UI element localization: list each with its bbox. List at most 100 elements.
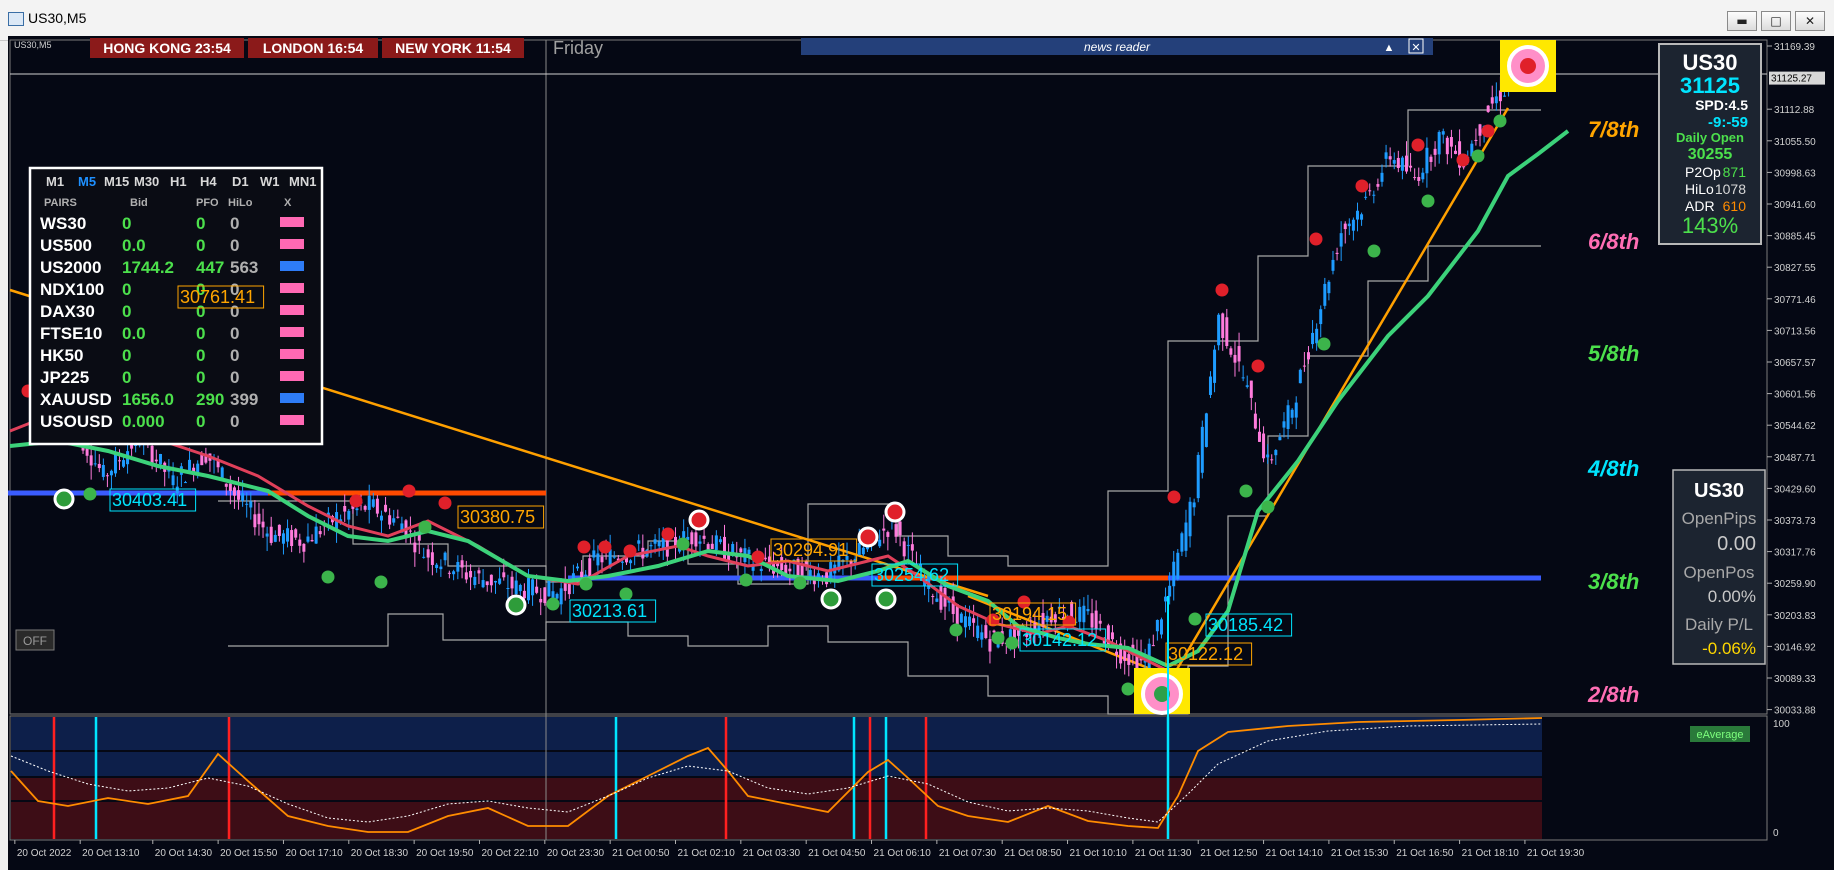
pair-close-button[interactable] xyxy=(280,371,304,381)
price-label-text: 30194.15 xyxy=(992,604,1067,624)
timeframe-tab[interactable]: H1 xyxy=(170,174,187,189)
candle-body xyxy=(1164,596,1168,602)
news-close-button[interactable]: ✕ xyxy=(1411,42,1420,54)
swing-low-dot xyxy=(321,570,335,584)
candle-body xyxy=(171,475,175,486)
pair-close-button[interactable] xyxy=(280,239,304,249)
price-tick-label: 30487.71 xyxy=(1774,453,1816,464)
candle-body xyxy=(526,578,530,601)
pl-daily-value: -0.06% xyxy=(1702,639,1756,658)
candle-body xyxy=(653,539,657,544)
candle-body xyxy=(702,535,706,539)
swing-high-dot xyxy=(751,550,765,564)
pair-symbol[interactable]: US2000 xyxy=(40,258,101,277)
pair-close-button[interactable] xyxy=(280,261,304,271)
candle-body xyxy=(894,524,898,537)
time-tick-label: 21 Oct 18:10 xyxy=(1462,848,1520,859)
candle-body xyxy=(1376,184,1380,187)
candle-body xyxy=(698,541,702,544)
pair-symbol[interactable]: USOUSD xyxy=(40,412,113,431)
news-reader-bar[interactable]: news reader ▲ ✕ xyxy=(801,38,1433,55)
candle-body xyxy=(1262,433,1266,459)
candle-body xyxy=(97,463,101,469)
off-toggle[interactable]: OFF xyxy=(15,629,55,651)
candle-body xyxy=(105,475,109,477)
day-label: Friday xyxy=(553,38,603,58)
pair-bid: 1656.0 xyxy=(122,390,174,409)
pair-symbol[interactable]: US500 xyxy=(40,236,92,255)
pair-close-button[interactable] xyxy=(280,349,304,359)
candle-body xyxy=(447,572,451,574)
window-titlebar[interactable]: US30,M5 ▬ □ ✕ xyxy=(0,0,1834,41)
candle-body xyxy=(477,570,481,574)
pair-symbol[interactable]: HK50 xyxy=(40,346,83,365)
time-tick-label: 21 Oct 04:50 xyxy=(808,848,866,859)
candle-body xyxy=(1413,177,1417,179)
swing-low-dot xyxy=(949,623,963,637)
minimize-button[interactable]: ▬ xyxy=(1727,11,1757,31)
candle-body xyxy=(1094,610,1098,630)
pair-bid: 1744.2 xyxy=(122,258,174,277)
candle-body xyxy=(1453,150,1457,154)
swing-low-dot xyxy=(83,487,97,501)
pair-symbol[interactable]: DAX30 xyxy=(40,302,95,321)
news-reader-label: news reader xyxy=(1084,40,1151,54)
candle-body xyxy=(1123,649,1127,661)
price-tick-label: 30941.60 xyxy=(1774,200,1816,211)
candle-body xyxy=(1433,148,1437,155)
candle-body xyxy=(963,616,967,628)
pair-close-button[interactable] xyxy=(280,217,304,227)
timeframe-tab[interactable]: M5 xyxy=(78,174,96,189)
close-button[interactable]: ✕ xyxy=(1795,11,1825,31)
candle-body xyxy=(469,570,473,578)
candle-body xyxy=(531,579,535,596)
timeframe-tab[interactable]: D1 xyxy=(232,174,249,189)
pair-symbol[interactable]: XAUUSD xyxy=(40,390,112,409)
swing-high-dot xyxy=(1251,359,1265,373)
news-collapse-button[interactable]: ▲ xyxy=(1384,42,1395,54)
timeframe-tab[interactable]: H4 xyxy=(200,174,217,189)
price-label-text: 30213.61 xyxy=(572,601,647,621)
candle-body xyxy=(456,561,460,572)
pl-open-pos-value: 0.00% xyxy=(1708,587,1756,606)
time-tick-label: 21 Oct 15:30 xyxy=(1331,848,1389,859)
info-change: -9:-59 xyxy=(1708,114,1748,131)
candle-body xyxy=(1127,654,1131,665)
pair-symbol[interactable]: JP225 xyxy=(40,368,89,387)
time-tick-label: 21 Oct 00:50 xyxy=(612,848,670,859)
pair-symbol[interactable]: FTSE10 xyxy=(40,324,102,343)
time-tick-label: 20 Oct 13:10 xyxy=(82,848,140,859)
pair-close-button[interactable] xyxy=(280,393,304,403)
timeframe-tab[interactable]: W1 xyxy=(260,174,280,189)
price-tick-label: 31112.88 xyxy=(1774,105,1815,116)
candle-body xyxy=(363,505,367,510)
timeframe-tab[interactable]: MN1 xyxy=(289,174,316,189)
candle-body xyxy=(575,566,579,569)
candle-body xyxy=(739,548,743,553)
candle-body xyxy=(253,514,257,528)
murrey-label: 7/8th xyxy=(1588,117,1639,142)
time-tick-label: 21 Oct 03:30 xyxy=(743,848,801,859)
pl-open-pos-label: OpenPos xyxy=(1684,563,1755,582)
candle-body xyxy=(629,560,633,564)
pairs-header: Bid xyxy=(130,197,148,209)
timeframe-tab[interactable]: M15 xyxy=(104,174,129,189)
maximize-button[interactable]: □ xyxy=(1761,11,1791,31)
swing-low-dot xyxy=(1421,194,1435,208)
candle-body xyxy=(882,528,886,531)
candle-body xyxy=(1441,131,1445,135)
pair-pfo: 0 xyxy=(196,346,205,365)
pair-symbol[interactable]: NDX100 xyxy=(40,280,104,299)
pair-close-button[interactable] xyxy=(280,415,304,425)
pair-close-button[interactable] xyxy=(280,305,304,315)
candle-body xyxy=(592,550,596,558)
timeframe-tab[interactable]: M1 xyxy=(46,174,64,189)
pair-close-button[interactable] xyxy=(280,327,304,337)
murrey-label: 2/8th xyxy=(1587,682,1639,707)
price-chart[interactable]: HONG KONG 23:54 LONDON 16:54 NEW YORK 11… xyxy=(8,36,1834,870)
pair-symbol[interactable]: WS30 xyxy=(40,214,86,233)
timeframe-tab[interactable]: M30 xyxy=(134,174,159,189)
candle-body xyxy=(1449,137,1453,147)
candle-body xyxy=(992,630,996,633)
pair-close-button[interactable] xyxy=(280,283,304,293)
